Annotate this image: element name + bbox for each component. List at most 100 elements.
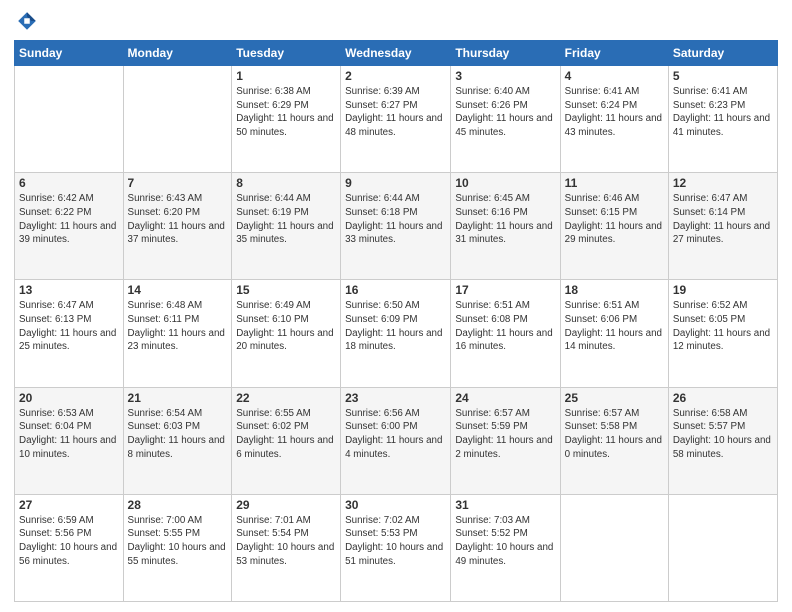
calendar-cell: 7 Sunrise: 6:43 AM Sunset: 6:20 PM Daylig… xyxy=(123,173,232,280)
day-info: Sunrise: 6:48 AM Sunset: 6:11 PM Dayligh… xyxy=(128,299,228,354)
calendar-cell: 6 Sunrise: 6:42 AM Sunset: 6:22 PM Daylig… xyxy=(15,173,124,280)
day-number: 29 xyxy=(236,498,336,512)
day-info: Sunrise: 6:41 AM Sunset: 6:23 PM Dayligh… xyxy=(673,85,773,140)
calendar-cell: 31 Sunrise: 7:03 AM Sunset: 5:52 PM Dayli… xyxy=(451,494,560,601)
calendar-cell: 19Sunrise: 6:52 AM Sunset: 6:05 PM Dayli… xyxy=(668,280,777,387)
calendar-cell xyxy=(668,494,777,601)
day-number: 21 xyxy=(128,391,228,405)
day-info: Sunrise: 6:56 AM Sunset: 6:00 PM Dayligh… xyxy=(345,407,446,462)
day-number: 15 xyxy=(236,283,336,297)
page: SundayMondayTuesdayWednesdayThursdayFrid… xyxy=(0,0,792,612)
calendar-cell: 10 Sunrise: 6:45 AM Sunset: 6:16 PM Dayli… xyxy=(451,173,560,280)
calendar-cell: 17 Sunrise: 6:51 AM Sunset: 6:08 PM Dayli… xyxy=(451,280,560,387)
calendar-cell: 27 Sunrise: 6:59 AM Sunset: 5:56 PM Dayli… xyxy=(15,494,124,601)
header-day-saturday: Saturday xyxy=(668,41,777,66)
day-number: 24 xyxy=(455,391,555,405)
day-number: 28 xyxy=(128,498,228,512)
day-number: 5 xyxy=(673,69,773,83)
day-info: Sunrise: 6:45 AM Sunset: 6:16 PM Dayligh… xyxy=(455,192,555,247)
calendar-cell: 29 Sunrise: 7:01 AM Sunset: 5:54 PM Dayli… xyxy=(232,494,341,601)
calendar-cell: 3Sunrise: 6:40 AM Sunset: 6:26 PM Daylig… xyxy=(451,66,560,173)
calendar-cell: 20 Sunrise: 6:53 AM Sunset: 6:04 PM Dayli… xyxy=(15,387,124,494)
header-day-wednesday: Wednesday xyxy=(341,41,451,66)
calendar-cell: 21 Sunrise: 6:54 AM Sunset: 6:03 PM Dayli… xyxy=(123,387,232,494)
header xyxy=(14,10,778,32)
day-info: Sunrise: 6:43 AM Sunset: 6:20 PM Dayligh… xyxy=(128,192,228,247)
calendar-cell: 4Sunrise: 6:41 AM Sunset: 6:24 PM Daylig… xyxy=(560,66,668,173)
day-info: Sunrise: 6:58 AM Sunset: 5:57 PM Dayligh… xyxy=(673,407,773,462)
day-info: Sunrise: 6:51 AM Sunset: 6:06 PM Dayligh… xyxy=(565,299,664,354)
day-info: Sunrise: 6:57 AM Sunset: 5:59 PM Dayligh… xyxy=(455,407,555,462)
day-number: 30 xyxy=(345,498,446,512)
day-number: 2 xyxy=(345,69,446,83)
day-info: Sunrise: 6:46 AM Sunset: 6:15 PM Dayligh… xyxy=(565,192,664,247)
day-number: 10 xyxy=(455,176,555,190)
week-row: 27 Sunrise: 6:59 AM Sunset: 5:56 PM Dayli… xyxy=(15,494,778,601)
header-day-monday: Monday xyxy=(123,41,232,66)
day-info: Sunrise: 6:40 AM Sunset: 6:26 PM Dayligh… xyxy=(455,85,555,140)
calendar-cell: 13 Sunrise: 6:47 AM Sunset: 6:13 PM Dayli… xyxy=(15,280,124,387)
week-row: 20 Sunrise: 6:53 AM Sunset: 6:04 PM Dayli… xyxy=(15,387,778,494)
calendar-cell: 16Sunrise: 6:50 AM Sunset: 6:09 PM Dayli… xyxy=(341,280,451,387)
week-row: 6 Sunrise: 6:42 AM Sunset: 6:22 PM Daylig… xyxy=(15,173,778,280)
calendar-cell: 28 Sunrise: 7:00 AM Sunset: 5:55 PM Dayli… xyxy=(123,494,232,601)
calendar-body: 1 Sunrise: 6:38 AM Sunset: 6:29 PM Daylig… xyxy=(15,66,778,602)
week-row: 13 Sunrise: 6:47 AM Sunset: 6:13 PM Dayli… xyxy=(15,280,778,387)
day-info: Sunrise: 6:47 AM Sunset: 6:13 PM Dayligh… xyxy=(19,299,119,354)
day-info: Sunrise: 6:44 AM Sunset: 6:19 PM Dayligh… xyxy=(236,192,336,247)
day-number: 1 xyxy=(236,69,336,83)
day-info: Sunrise: 7:03 AM Sunset: 5:52 PM Dayligh… xyxy=(455,514,555,569)
day-info: Sunrise: 6:42 AM Sunset: 6:22 PM Dayligh… xyxy=(19,192,119,247)
day-number: 6 xyxy=(19,176,119,190)
day-number: 11 xyxy=(565,176,664,190)
day-info: Sunrise: 7:01 AM Sunset: 5:54 PM Dayligh… xyxy=(236,514,336,569)
day-info: Sunrise: 7:02 AM Sunset: 5:53 PM Dayligh… xyxy=(345,514,446,569)
logo xyxy=(14,10,40,32)
calendar-header: SundayMondayTuesdayWednesdayThursdayFrid… xyxy=(15,41,778,66)
week-row: 1 Sunrise: 6:38 AM Sunset: 6:29 PM Daylig… xyxy=(15,66,778,173)
calendar-cell: 25 Sunrise: 6:57 AM Sunset: 5:58 PM Dayli… xyxy=(560,387,668,494)
day-info: Sunrise: 7:00 AM Sunset: 5:55 PM Dayligh… xyxy=(128,514,228,569)
calendar-cell: 1 Sunrise: 6:38 AM Sunset: 6:29 PM Daylig… xyxy=(232,66,341,173)
day-number: 25 xyxy=(565,391,664,405)
calendar-cell: 9Sunrise: 6:44 AM Sunset: 6:18 PM Daylig… xyxy=(341,173,451,280)
day-info: Sunrise: 6:41 AM Sunset: 6:24 PM Dayligh… xyxy=(565,85,664,140)
day-info: Sunrise: 6:52 AM Sunset: 6:05 PM Dayligh… xyxy=(673,299,773,354)
header-day-sunday: Sunday xyxy=(15,41,124,66)
calendar-table: SundayMondayTuesdayWednesdayThursdayFrid… xyxy=(14,40,778,602)
day-number: 20 xyxy=(19,391,119,405)
calendar-cell: 5 Sunrise: 6:41 AM Sunset: 6:23 PM Daylig… xyxy=(668,66,777,173)
logo-icon xyxy=(16,10,38,32)
day-number: 7 xyxy=(128,176,228,190)
day-info: Sunrise: 6:57 AM Sunset: 5:58 PM Dayligh… xyxy=(565,407,664,462)
day-info: Sunrise: 6:55 AM Sunset: 6:02 PM Dayligh… xyxy=(236,407,336,462)
calendar-cell: 14 Sunrise: 6:48 AM Sunset: 6:11 PM Dayli… xyxy=(123,280,232,387)
calendar-cell: 18Sunrise: 6:51 AM Sunset: 6:06 PM Dayli… xyxy=(560,280,668,387)
day-number: 13 xyxy=(19,283,119,297)
calendar-cell xyxy=(560,494,668,601)
day-info: Sunrise: 6:39 AM Sunset: 6:27 PM Dayligh… xyxy=(345,85,446,140)
day-number: 27 xyxy=(19,498,119,512)
header-day-thursday: Thursday xyxy=(451,41,560,66)
calendar-cell: 26Sunrise: 6:58 AM Sunset: 5:57 PM Dayli… xyxy=(668,387,777,494)
day-number: 23 xyxy=(345,391,446,405)
calendar-cell: 15 Sunrise: 6:49 AM Sunset: 6:10 PM Dayli… xyxy=(232,280,341,387)
day-info: Sunrise: 6:49 AM Sunset: 6:10 PM Dayligh… xyxy=(236,299,336,354)
calendar-cell: 24 Sunrise: 6:57 AM Sunset: 5:59 PM Dayli… xyxy=(451,387,560,494)
day-number: 17 xyxy=(455,283,555,297)
day-info: Sunrise: 6:50 AM Sunset: 6:09 PM Dayligh… xyxy=(345,299,446,354)
calendar-cell: 23 Sunrise: 6:56 AM Sunset: 6:00 PM Dayli… xyxy=(341,387,451,494)
day-number: 31 xyxy=(455,498,555,512)
header-row: SundayMondayTuesdayWednesdayThursdayFrid… xyxy=(15,41,778,66)
day-number: 12 xyxy=(673,176,773,190)
day-number: 14 xyxy=(128,283,228,297)
day-info: Sunrise: 6:59 AM Sunset: 5:56 PM Dayligh… xyxy=(19,514,119,569)
day-number: 22 xyxy=(236,391,336,405)
day-info: Sunrise: 6:53 AM Sunset: 6:04 PM Dayligh… xyxy=(19,407,119,462)
calendar-cell: 22 Sunrise: 6:55 AM Sunset: 6:02 PM Dayli… xyxy=(232,387,341,494)
day-info: Sunrise: 6:54 AM Sunset: 6:03 PM Dayligh… xyxy=(128,407,228,462)
day-info: Sunrise: 6:38 AM Sunset: 6:29 PM Dayligh… xyxy=(236,85,336,140)
day-info: Sunrise: 6:44 AM Sunset: 6:18 PM Dayligh… xyxy=(345,192,446,247)
calendar-cell xyxy=(123,66,232,173)
day-info: Sunrise: 6:51 AM Sunset: 6:08 PM Dayligh… xyxy=(455,299,555,354)
